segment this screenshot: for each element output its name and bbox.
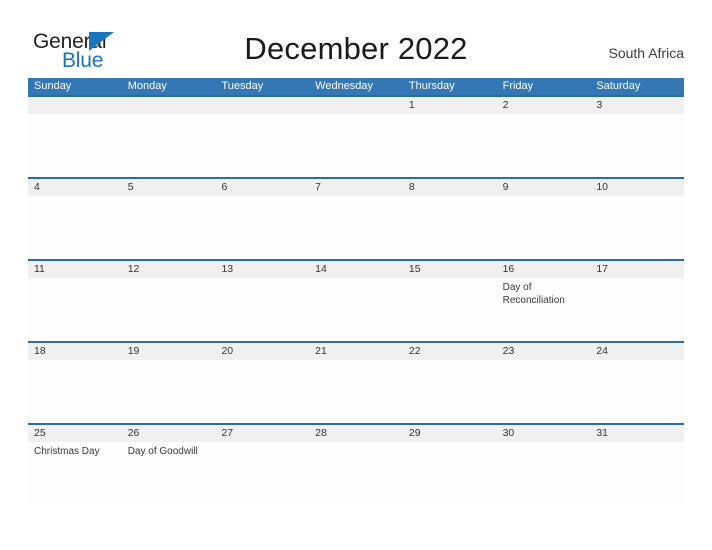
weekday-header-tuesday: Tuesday <box>221 80 264 92</box>
day-event <box>309 114 403 177</box>
day-event <box>497 196 591 259</box>
weekday-header-row: Sunday Monday Tuesday Wednesday Thursday… <box>28 78 684 95</box>
calendar-week-row: 25 26 27 28 29 30 31 Christmas Day Day o… <box>28 423 684 505</box>
day-event <box>122 196 216 259</box>
week-date-band: 18 19 20 21 22 23 24 <box>28 343 684 360</box>
day-number[interactable]: 22 <box>403 343 497 360</box>
day-event <box>309 196 403 259</box>
week-event-band <box>28 114 684 177</box>
day-event <box>590 278 684 341</box>
weekday-header-monday: Monday <box>127 80 167 92</box>
day-event <box>403 196 497 259</box>
day-event <box>28 114 122 177</box>
week-date-band: 11 12 13 14 15 16 17 <box>28 261 684 278</box>
day-number[interactable]: 27 <box>215 425 309 442</box>
weekday-header-wednesday: Wednesday <box>315 80 374 92</box>
calendar-grid: Sunday Monday Tuesday Wednesday Thursday… <box>28 78 684 505</box>
day-number[interactable]: 29 <box>403 425 497 442</box>
day-event <box>403 360 497 423</box>
day-number[interactable]: 26 <box>122 425 216 442</box>
day-event <box>215 442 309 505</box>
weekday-header-saturday: Saturday <box>596 80 641 92</box>
day-number[interactable]: 24 <box>590 343 684 360</box>
day-number[interactable]: 18 <box>28 343 122 360</box>
day-event <box>590 442 684 505</box>
day-event <box>215 360 309 423</box>
day-number[interactable] <box>28 97 122 114</box>
day-event <box>403 114 497 177</box>
week-date-band: 25 26 27 28 29 30 31 <box>28 425 684 442</box>
week-date-band: 4 5 6 7 8 9 10 <box>28 179 684 196</box>
day-event <box>497 442 591 505</box>
day-number[interactable]: 15 <box>403 261 497 278</box>
day-event <box>309 442 403 505</box>
day-number[interactable]: 3 <box>590 97 684 114</box>
day-event <box>122 360 216 423</box>
weekday-header-thursday: Thursday <box>408 80 455 92</box>
day-number[interactable]: 28 <box>309 425 403 442</box>
calendar-week-row: 4 5 6 7 8 9 10 <box>28 177 684 259</box>
calendar-week-row: 18 19 20 21 22 23 24 <box>28 341 684 423</box>
day-number[interactable]: 20 <box>215 343 309 360</box>
day-number[interactable]: 14 <box>309 261 403 278</box>
calendar-page: General Blue December 2022 South Africa … <box>0 0 712 550</box>
day-number[interactable]: 19 <box>122 343 216 360</box>
day-event-holiday: Christmas Day <box>34 446 100 457</box>
day-event <box>215 196 309 259</box>
day-event <box>122 278 216 341</box>
country-label: South Africa <box>608 45 685 61</box>
day-event <box>497 114 591 177</box>
day-number[interactable]: 4 <box>28 179 122 196</box>
day-event <box>28 360 122 423</box>
weekday-header-sunday: Sunday <box>34 80 72 92</box>
day-number[interactable]: 31 <box>590 425 684 442</box>
page-title: December 2022 <box>244 31 468 66</box>
day-number[interactable]: 10 <box>590 179 684 196</box>
day-number[interactable]: 21 <box>309 343 403 360</box>
day-number[interactable]: 9 <box>497 179 591 196</box>
day-event <box>497 360 591 423</box>
day-event <box>590 114 684 177</box>
day-number[interactable]: 11 <box>28 261 122 278</box>
day-number[interactable]: 12 <box>122 261 216 278</box>
week-event-band <box>28 196 684 259</box>
calendar-week-row: 1 2 3 <box>28 95 684 177</box>
day-event <box>122 114 216 177</box>
day-event <box>309 360 403 423</box>
day-event <box>590 196 684 259</box>
week-event-band: Day of Reconciliation <box>28 278 684 341</box>
week-event-band <box>28 360 684 423</box>
week-event-band: Christmas Day Day of Goodwill <box>28 442 684 505</box>
day-number[interactable]: 16 <box>497 261 591 278</box>
day-event <box>215 278 309 341</box>
day-number[interactable] <box>122 97 216 114</box>
day-number[interactable] <box>215 97 309 114</box>
day-number[interactable]: 25 <box>28 425 122 442</box>
day-number[interactable]: 23 <box>497 343 591 360</box>
day-event-holiday: Day of Goodwill <box>127 446 198 457</box>
day-event-holiday: Day of Reconciliation <box>502 282 565 306</box>
day-number[interactable]: 30 <box>497 425 591 442</box>
day-number[interactable]: 1 <box>403 97 497 114</box>
day-number[interactable]: 5 <box>122 179 216 196</box>
calendar-week-row: 11 12 13 14 15 16 17 Day of Reconciliati… <box>28 259 684 341</box>
day-number[interactable] <box>309 97 403 114</box>
day-event <box>403 278 497 341</box>
day-number[interactable]: 13 <box>215 261 309 278</box>
day-event <box>309 278 403 341</box>
page-header: General Blue December 2022 South Africa <box>0 0 712 78</box>
day-number[interactable]: 6 <box>215 179 309 196</box>
day-number[interactable]: 2 <box>497 97 591 114</box>
day-event <box>590 360 684 423</box>
weekday-header-friday: Friday <box>502 80 534 92</box>
day-event <box>28 196 122 259</box>
day-event <box>215 114 309 177</box>
day-number[interactable]: 7 <box>309 179 403 196</box>
day-event <box>28 278 122 341</box>
day-number[interactable]: 8 <box>403 179 497 196</box>
week-date-band: 1 2 3 <box>28 97 684 114</box>
day-number[interactable]: 17 <box>590 261 684 278</box>
day-event <box>403 442 497 505</box>
